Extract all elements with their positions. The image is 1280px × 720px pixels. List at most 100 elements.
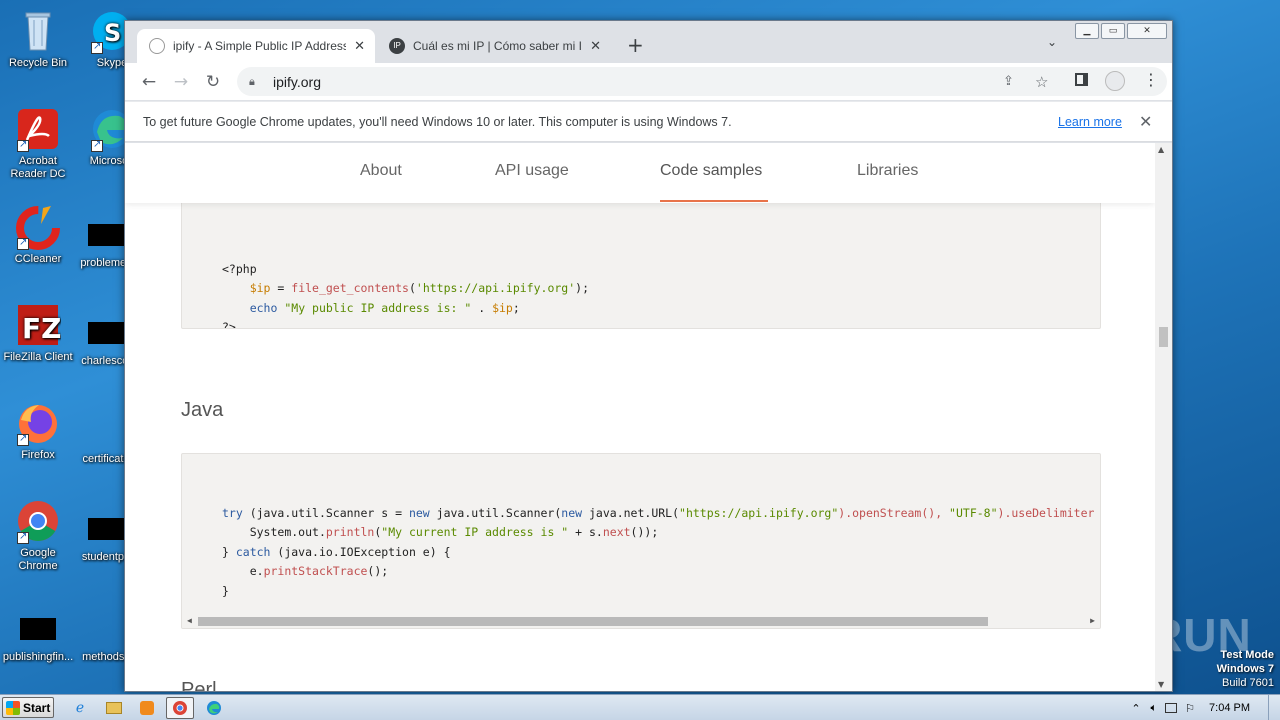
file-thumbnail-icon (88, 420, 124, 442)
close-window-button[interactable]: ✕ (1127, 23, 1167, 39)
file-thumbnail-icon (88, 618, 124, 640)
code-line: ?> (222, 320, 236, 329)
taskbar-edge-icon[interactable] (200, 697, 228, 719)
scroll-right-icon[interactable]: ▶ (1090, 614, 1095, 628)
recycle-bin-icon (15, 8, 61, 54)
chrome-window: ipify - A Simple Public IP Address API ✕… (124, 20, 1173, 692)
taskbar: Start ℯ ⌃ 🔈︎ ⚐ 7:04 PM (0, 694, 1280, 720)
learn-more-link[interactable]: Learn more (1058, 115, 1122, 129)
window-controls: ▁ ▭ ✕ (1075, 23, 1167, 39)
file-thumbnail-icon (88, 224, 124, 246)
taskbar-media-player-icon[interactable] (133, 697, 161, 719)
nav-code-samples[interactable]: Code samples (660, 162, 762, 180)
taskbar-explorer-icon[interactable] (100, 697, 128, 719)
desktop-icon-label: Recycle Bin (8, 57, 68, 69)
code-token: file_get_contents (291, 281, 409, 295)
desktop-icon-recycle-bin[interactable]: Recycle Bin (0, 8, 76, 70)
close-tab-icon[interactable]: ✕ (590, 38, 601, 54)
action-center-flag-icon[interactable]: ⚐ (1185, 702, 1195, 715)
tab-strip: ipify - A Simple Public IP Address API ✕… (125, 21, 1172, 63)
site-nav: About API usage Code samples Libraries (125, 143, 1155, 203)
scroll-down-icon[interactable]: ▼ (1158, 680, 1164, 689)
code-line: <?php (222, 261, 257, 276)
desktop-icon-publishing[interactable]: publishingfin... (0, 612, 76, 664)
code-token: 'https://api.ipify.org' (415, 281, 576, 295)
code-token: "https://api.ipify.org" (679, 505, 839, 520)
close-tab-icon[interactable]: ✕ (354, 38, 365, 54)
code-token: println (325, 525, 375, 539)
desktop-icon-label: Firefox (21, 449, 55, 461)
page-vertical-scrollbar[interactable]: ▲ ▼ (1155, 143, 1172, 691)
new-tab-button[interactable]: + (627, 33, 644, 57)
code-token: } (222, 544, 236, 559)
desktop-icon-acrobat[interactable]: Acrobat Reader DC (0, 106, 76, 181)
scroll-left-icon[interactable]: ◀ (187, 614, 192, 628)
page-viewport: About API usage Code samples Libraries <… (125, 143, 1155, 691)
lock-icon: 🔒︎ (249, 74, 255, 88)
maximize-button[interactable]: ▭ (1101, 23, 1125, 39)
code-token: new (561, 505, 583, 520)
browser-toolbar: ← → ↻ 🔒︎ ipify.org ⇪ ☆ ⋮ (125, 63, 1172, 100)
tab-title: ipify - A Simple Public IP Address API (173, 39, 347, 53)
code-token: new (408, 505, 430, 520)
code-token: $ip (249, 281, 271, 295)
code-token: + s. (568, 525, 603, 539)
code-token: (java.util.Scanner s = (242, 505, 409, 520)
tab-search-chevron-icon[interactable]: ⌄ (1047, 35, 1057, 49)
scrollbar-thumb[interactable] (1159, 327, 1168, 347)
address-bar[interactable]: 🔒︎ ipify.org ⇪ ☆ (237, 67, 1167, 96)
code-token: catch (235, 544, 271, 559)
start-button[interactable]: Start (2, 697, 54, 718)
taskbar-chrome-icon[interactable] (166, 697, 194, 719)
scrollbar-thumb[interactable] (198, 617, 988, 626)
code-token: e. (249, 564, 264, 578)
menu-kebab-icon[interactable]: ⋮ (1143, 70, 1159, 89)
bookmark-star-icon[interactable]: ☆ (1035, 73, 1048, 91)
nav-libraries[interactable]: Libraries (857, 162, 918, 180)
code-token: "My current IP address is " (381, 525, 569, 539)
desktop-icon-label: FileZilla Client (3, 351, 73, 363)
clock[interactable]: 7:04 PM (1209, 702, 1250, 714)
back-button[interactable]: ← (133, 66, 165, 98)
close-infobar-icon[interactable]: ✕ (1139, 112, 1152, 132)
desktop-icon-label: Skype (96, 57, 128, 69)
tab-ipify[interactable]: ipify - A Simple Public IP Address API ✕ (137, 29, 375, 63)
profile-avatar-icon[interactable] (1105, 71, 1125, 91)
network-icon[interactable] (1165, 703, 1178, 713)
java-heading: Java (181, 399, 224, 421)
nav-api-usage[interactable]: API usage (495, 162, 569, 180)
scroll-up-icon[interactable]: ▲ (1158, 145, 1164, 154)
file-thumbnail-icon (88, 322, 124, 344)
volume-icon[interactable]: 🔈︎ (1151, 702, 1158, 715)
show-desktop-button[interactable] (1268, 695, 1280, 720)
minimize-button[interactable]: ▁ (1075, 23, 1099, 39)
code-token: . (471, 300, 493, 315)
desktop-icon-ccleaner[interactable]: CCleaner (0, 204, 76, 266)
file-thumbnail-icon (88, 518, 124, 540)
taskbar-ie-icon[interactable]: ℯ (66, 697, 94, 719)
code-token: "UTF-8" (949, 505, 998, 520)
share-icon[interactable]: ⇪ (1003, 74, 1014, 89)
tab-cual-es-mi-ip[interactable]: IP Cuál es mi IP | Cómo saber mi IP públ… (377, 29, 611, 63)
code-horizontal-scrollbar[interactable]: ◀ ▶ (182, 614, 1100, 628)
desktop-icon-chrome[interactable]: Google Chrome (0, 498, 76, 573)
start-label: Start (23, 700, 51, 715)
code-token: ()); (630, 525, 659, 539)
tray-expand-icon[interactable]: ⌃ (1131, 702, 1140, 715)
reload-button[interactable]: ↻ (197, 66, 229, 98)
code-token: try (222, 505, 243, 520)
desktop-icon-label: Acrobat Reader DC (10, 155, 66, 180)
desktop-icon-label: CCleaner (14, 253, 62, 265)
desktop-icon-label: studentpa (81, 551, 131, 563)
forward-button[interactable]: → (165, 66, 197, 98)
test-mode-notice: Test Mode Windows 7 Build 7601 (1217, 648, 1274, 690)
nav-about[interactable]: About (360, 162, 402, 180)
side-panel-icon[interactable] (1075, 73, 1088, 86)
desktop-icon-firefox[interactable]: Firefox (0, 400, 76, 462)
windows-logo-icon (6, 700, 20, 715)
code-token: printStackTrace (263, 564, 368, 578)
code-token: java.util.Scanner( (429, 505, 562, 520)
update-infobar: To get future Google Chrome updates, you… (125, 101, 1172, 142)
desktop-icon-filezilla[interactable]: FZ FileZilla Client (0, 302, 76, 364)
svg-text:S: S (104, 19, 121, 47)
